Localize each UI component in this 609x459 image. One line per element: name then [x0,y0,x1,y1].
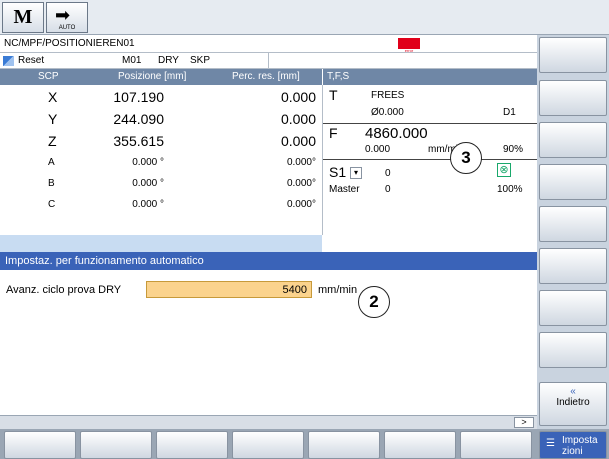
horizontal-softkey-7[interactable] [460,431,532,459]
spindle-value: 0 [385,184,391,195]
vertical-softkey-1[interactable] [539,37,607,73]
axis-remaining: 0.000° [286,199,316,210]
auto-mode-icon[interactable]: ➡ AUTO [46,2,88,33]
axis-name: Z [48,133,57,149]
settings-softkey[interactable]: ☰ Imposta zioni [539,431,607,459]
selection-bar [0,235,322,252]
vertical-softkey-8[interactable] [539,332,607,368]
spindle-label: S1 [329,164,347,180]
axis-remaining: 0.000 [280,111,316,127]
col-header-scp: SCP [38,71,59,82]
dry-feed-input[interactable] [146,281,312,298]
channel-state: Reset [18,55,45,66]
axis-name: Y [48,111,58,127]
axis-name: C [48,199,56,210]
feed-label: F [329,125,338,141]
axis-position: 0.000 ° [132,199,164,210]
col-header-position: Posizione [mm] [118,71,187,82]
tool-label: T [329,87,338,103]
flag-m01: M01 [122,55,142,66]
divider [323,159,537,160]
vertical-softkey-5[interactable] [539,206,607,242]
axes-table-header: SCP Posizione [mm] Perc. res. [mm] [0,69,322,85]
axis-position: 0.000 ° [132,178,164,189]
feed-actual: 0.000 [365,144,391,155]
flag-skp: SKP [190,55,211,66]
vertical-softkey-6[interactable] [539,248,607,284]
program-path-bar: NC/MPF/POSITIONIEREN01 error [0,35,537,53]
settings-icon: ☰ [546,438,555,449]
callout-badge: 2 [358,286,390,318]
settings-panel: Avanz. ciclo prova DRY mm/min [0,270,537,415]
spindle-speed: 0 [385,168,391,179]
horizontal-softkey-5[interactable] [308,431,380,459]
flag-dry: DRY [158,55,179,66]
axis-remaining: 0.000 [280,89,316,105]
horizontal-scrollbar[interactable]: > [0,415,537,429]
scroll-right-button[interactable]: > [514,417,534,428]
callout-badge: 3 [450,142,482,174]
spindle-dropdown-icon[interactable]: ▾ [350,167,362,179]
settings-panel-title: Impostaz. per funzionamento automatico [0,252,537,270]
feed-override: 90% [503,144,524,155]
alarm-indicator-icon: error [398,38,420,53]
channel-status-bar: Reset M01 DRY SKP [0,53,537,69]
tool-diameter: Ø0.000 [371,107,404,118]
vertical-softkey-7[interactable] [539,290,607,326]
vertical-softkey-2[interactable] [539,80,607,116]
axes-table: X 107.190 0.000 Y 244.090 0.000 Z 355.61… [0,85,322,235]
machine-mode-icon[interactable]: M [2,2,44,33]
axis-position: 244.090 [113,111,164,127]
top-bar: M ➡ AUTO [0,0,609,35]
spindle-override: 100% [497,184,523,195]
horizontal-softkey-3[interactable] [156,431,228,459]
reset-state-icon [3,56,14,66]
axis-name: B [48,178,55,189]
divider [268,53,269,69]
axis-position: 355.615 [113,133,164,149]
feed-value: 4860.000 [365,125,428,142]
tool-edge: D1 [503,107,516,118]
horizontal-softkey-2[interactable] [80,431,152,459]
spindle-role: Master [329,184,360,195]
tfs-panel: T FREES Ø0.000 D1 F 4860.000 0.000 mm/mi… [322,85,537,235]
col-header-remaining: Perc. res. [mm] [232,71,300,82]
divider [323,123,537,124]
horizontal-softkey-1[interactable] [4,431,76,459]
axis-remaining: 0.000 [280,133,316,149]
vertical-softkey-4[interactable] [539,164,607,200]
double-chevron-left-icon: « [570,386,576,397]
program-path: NC/MPF/POSITIONIEREN01 [4,38,135,49]
horizontal-softkey-4[interactable] [232,431,304,459]
spindle-stop-icon: ⊗ [497,163,511,177]
dry-feed-label: Avanz. ciclo prova DRY [6,284,122,296]
settings-softkey-label: Imposta zioni [562,435,598,457]
auto-label: AUTO [58,25,76,31]
axis-name: A [48,157,55,168]
axis-position: 107.190 [113,89,164,105]
horizontal-softkey-6[interactable] [384,431,456,459]
tool-name: FREES [371,90,405,101]
back-label: Indietro [556,397,590,408]
axis-remaining: 0.000° [286,178,316,189]
axis-name: X [48,89,58,105]
axis-remaining: 0.000° [286,157,316,168]
vertical-softkey-3[interactable] [539,122,607,158]
tfs-header: T,F,S [322,69,537,85]
arrow-right-icon: ➡ [55,5,71,25]
back-button[interactable]: « Indietro [539,382,607,426]
axis-position: 0.000 ° [132,157,164,168]
dry-feed-unit: mm/min [318,284,358,296]
